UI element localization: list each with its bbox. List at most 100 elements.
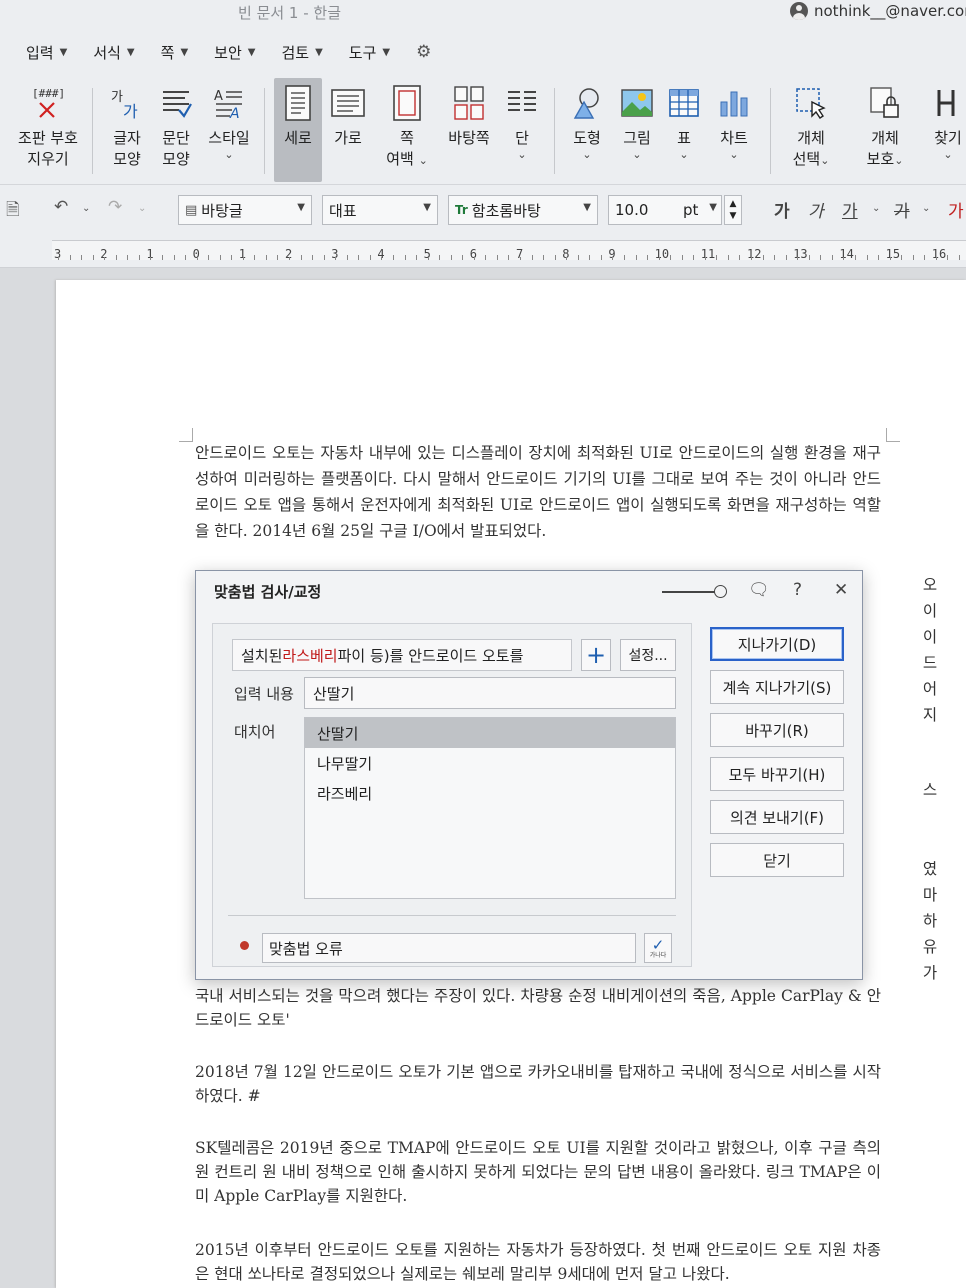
check-button[interactable]: ✓ 가나다 bbox=[644, 933, 672, 963]
undo-icon[interactable]: ↶ bbox=[54, 197, 68, 217]
chevron-down-icon[interactable]: ⌄ bbox=[872, 203, 880, 214]
send-feedback-button[interactable]: 의견 보내기(F) bbox=[710, 800, 844, 834]
remove-marks-label-2: 지우기 bbox=[27, 150, 69, 168]
italic-button[interactable]: 가 bbox=[808, 197, 824, 222]
ruler-number: 12 bbox=[747, 247, 762, 261]
underline-button[interactable]: 가 bbox=[842, 197, 858, 222]
ruler-number: 16 bbox=[931, 247, 947, 261]
table-button[interactable]: 표 ⌄ bbox=[664, 78, 704, 182]
ribbon-separator bbox=[264, 88, 265, 174]
ruler-tick bbox=[161, 255, 163, 260]
suggestion-item[interactable]: 산딸기 bbox=[305, 718, 675, 748]
close-icon[interactable]: ✕ bbox=[834, 580, 848, 600]
comment-icon[interactable]: 🗨 bbox=[748, 580, 770, 600]
stepper-down-icon[interactable]: ▼ bbox=[730, 210, 737, 222]
close-button[interactable]: 닫기 bbox=[710, 843, 844, 877]
chart-button[interactable]: 차트 ⌄ bbox=[712, 78, 756, 182]
menu-bar: 입력 ▼ 서식 ▼ 쪽 ▼ 보안 ▼ 검토 ▼ 도구 ▼ ⚙ bbox=[0, 26, 966, 78]
replace-all-button[interactable]: 모두 바꾸기(H) bbox=[710, 757, 844, 791]
stepper-up-icon[interactable]: ▲ bbox=[730, 198, 737, 210]
checkmark-icon: ✓ bbox=[651, 935, 665, 954]
replace-button[interactable]: 바꾸기(R) bbox=[710, 713, 844, 747]
menu-insert[interactable]: 입력 ▼ bbox=[26, 42, 67, 63]
portrait-button[interactable]: 세로 bbox=[274, 78, 322, 182]
input-content-field[interactable]: 산딸기 bbox=[304, 677, 676, 709]
shape-button[interactable]: 도형 ⌄ bbox=[566, 78, 608, 182]
suggestion-item[interactable]: 라즈베리 bbox=[305, 778, 675, 808]
remove-marks-button[interactable]: [###] 조판 부호 지우기 bbox=[14, 78, 82, 182]
landscape-button[interactable]: 가로 bbox=[326, 78, 370, 182]
customize-toolbar-icon[interactable]: ⚙ bbox=[416, 42, 431, 62]
ruler-tick bbox=[81, 255, 83, 260]
ruler-tick bbox=[739, 255, 741, 260]
ruler-tick bbox=[289, 257, 290, 260]
strikethrough-button[interactable]: 가 bbox=[894, 197, 910, 222]
redo-icon[interactable]: ↷ bbox=[108, 197, 122, 217]
menu-security[interactable]: 보안 ▼ bbox=[214, 42, 255, 63]
columns-button[interactable]: 단 ⌄ bbox=[502, 78, 542, 182]
suggestion-item[interactable]: 나무딸기 bbox=[305, 748, 675, 778]
title-bar: 빈 문서 1 - 한글 nothink__@naver.com bbox=[0, 0, 966, 26]
menu-review[interactable]: 검토 ▼ bbox=[281, 42, 322, 63]
style-select[interactable]: ▤ 바탕글 ▼ bbox=[178, 195, 312, 225]
para-shape-label-2: 모양 bbox=[162, 150, 190, 168]
para-shape-button[interactable]: 문단 모양 bbox=[154, 78, 198, 182]
font-size-input[interactable]: 10.0 pt ▼ bbox=[608, 195, 722, 225]
ruler-tick bbox=[473, 257, 475, 260]
ruler-tick bbox=[392, 255, 394, 260]
transparency-slider-handle[interactable] bbox=[714, 585, 727, 598]
check-button-caption: 가나다 bbox=[649, 951, 667, 959]
side-char: 이 bbox=[922, 602, 938, 620]
paragraph-3: 2018년 7월 12일 안드로이드 오토가 기본 앱으로 카카오내비를 탑재하… bbox=[195, 1063, 881, 1105]
account-area[interactable]: nothink__@naver.com bbox=[790, 2, 966, 20]
skip-button[interactable]: 지나가기(D) bbox=[710, 627, 844, 661]
doc-save-icon[interactable]: 🗎 bbox=[6, 197, 20, 226]
chevron-down-icon[interactable]: ⌄ bbox=[82, 203, 90, 214]
ruler-number: 13 bbox=[793, 247, 808, 261]
ribbon-separator bbox=[770, 88, 771, 174]
picture-button[interactable]: 그림 ⌄ bbox=[616, 78, 658, 182]
ruler-tick bbox=[115, 255, 117, 260]
font-color-button[interactable]: 가 bbox=[948, 197, 964, 222]
font-size-stepper[interactable]: ▲ ▼ bbox=[724, 195, 742, 225]
chevron-down-icon: ⌄ bbox=[679, 148, 689, 161]
style-icon: AA bbox=[212, 78, 246, 128]
ruler-tick bbox=[727, 255, 729, 260]
object-select-button[interactable]: 개체 선택⌄ bbox=[782, 78, 840, 182]
help-button[interactable]: ? bbox=[793, 580, 802, 600]
ruler-tick bbox=[254, 255, 256, 260]
suggestion-list[interactable]: 산딸기 나무딸기 라즈베리 bbox=[304, 717, 676, 899]
char-shape-button[interactable]: 가가 글자 모양 bbox=[104, 78, 150, 182]
settings-button[interactable]: 설정... bbox=[620, 639, 676, 671]
ribbon: [###] 조판 부호 지우기 가가 글자 모양 문단 모양 AA 스타일 ⌄ … bbox=[0, 78, 966, 184]
ruler-tick bbox=[404, 255, 406, 260]
add-to-dictionary-button[interactable]: + bbox=[581, 639, 611, 671]
object-protect-label-1: 개체 bbox=[871, 129, 899, 147]
object-select-label-2: 선택 bbox=[792, 150, 821, 168]
chevron-down-icon[interactable]: ⌄ bbox=[138, 203, 146, 214]
chevron-down-icon[interactable]: ⌄ bbox=[922, 203, 930, 214]
font-select[interactable]: Tr 함초롬바탕 ▼ bbox=[448, 195, 598, 225]
menu-format[interactable]: 서식 ▼ bbox=[93, 42, 134, 63]
ruler-tick bbox=[508, 255, 510, 260]
transparency-slider-track[interactable] bbox=[662, 591, 718, 593]
skip-all-button[interactable]: 계속 지나가기(S) bbox=[710, 670, 844, 704]
menu-tools[interactable]: 도구 ▼ bbox=[349, 42, 390, 63]
bold-button[interactable]: 가 bbox=[774, 197, 790, 222]
menu-label: 쪽 bbox=[160, 43, 175, 62]
style-button[interactable]: AA 스타일 ⌄ bbox=[204, 78, 254, 182]
side-char: 어 bbox=[922, 680, 938, 698]
master-page-button[interactable]: 바탕쪽 bbox=[442, 78, 496, 182]
chevron-down-icon: ▼ bbox=[382, 46, 391, 58]
language-select[interactable]: 대표 ▼ bbox=[322, 195, 438, 225]
page-margin-button[interactable]: 쪽 여백 ⌄ bbox=[380, 78, 434, 182]
context-text-before: 설치된 bbox=[241, 646, 283, 665]
ruler-tick bbox=[496, 255, 498, 260]
menu-page[interactable]: 쪽 ▼ bbox=[161, 42, 189, 63]
object-protect-button[interactable]: 개체 보호⌄ bbox=[856, 78, 914, 182]
font-type-icon: Tr bbox=[455, 203, 468, 217]
side-char: 가 bbox=[922, 964, 938, 982]
find-button[interactable]: 찾기 ⌄ bbox=[930, 78, 966, 182]
horizontal-ruler[interactable]: 3 2 1 0 1 2 3 4 5 6 7 8 9 10 11 12 13 14 15 16 bbox=[0, 232, 966, 268]
ruler-tick bbox=[346, 255, 348, 260]
